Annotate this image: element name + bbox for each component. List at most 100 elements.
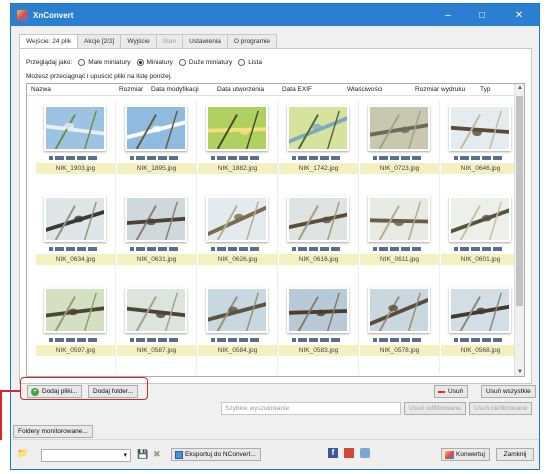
file-thumbnail-item[interactable]: NIK_0634.jpg (36, 192, 116, 283)
maximize-icon[interactable]: □ (465, 4, 499, 26)
file-name-label: NIK_0631.jpg (117, 254, 196, 265)
photo-thumbnail (286, 107, 350, 150)
photo-thumbnail (206, 107, 268, 150)
mail-icon[interactable] (344, 448, 354, 458)
file-thumbnail-item[interactable]: NIK_0583.jpg (279, 283, 359, 374)
file-info-icons (211, 338, 259, 342)
file-thumbnail-item[interactable]: NIK_1895.jpg (117, 101, 197, 192)
delete-icon[interactable]: ✖ (153, 449, 161, 460)
thumbnail-frame (448, 287, 512, 333)
file-list[interactable]: Nazwa Rozmiar Data modyfikacji Data utwo… (26, 83, 525, 377)
view-large-thumbnails-radio[interactable]: Duże miniatury (178, 59, 232, 66)
photo-thumbnail (205, 198, 269, 241)
scroll-up-icon[interactable]: ▲ (515, 85, 524, 91)
close-button[interactable]: Zamknij (496, 448, 534, 461)
preset-combobox[interactable]: ▾ (41, 449, 131, 462)
file-name-label: NIK_1903.jpg (36, 163, 115, 174)
view-small-thumbnails-radio[interactable]: Małe miniatury (78, 59, 131, 66)
file-info-icons (211, 247, 259, 251)
file-name-label: NIK_0568.jpg (441, 345, 520, 356)
tab-settings[interactable]: Ustawienia (182, 34, 228, 48)
app-logo-icon (17, 9, 28, 21)
photo-thumbnail (448, 107, 512, 150)
facebook-icon[interactable]: f (328, 448, 338, 458)
tab-output[interactable]: Wyjście (120, 34, 157, 48)
column-exif-date[interactable]: Data EXIF (282, 86, 312, 93)
thumbnail-frame (43, 105, 107, 151)
convert-icon (445, 451, 454, 459)
watch-folders-button[interactable]: Foldery monitorowane... (13, 425, 93, 438)
file-info-icons (454, 247, 502, 251)
photo-thumbnail (286, 198, 350, 241)
file-thumbnail-item[interactable]: NIK_0611.jpg (360, 192, 440, 283)
file-thumbnail-item[interactable]: NIK_0597.jpg (36, 283, 116, 374)
file-thumbnail-item[interactable]: NIK_0723.jpg (360, 101, 440, 192)
thumbnail-frame (206, 105, 268, 151)
column-type[interactable]: Typ (480, 86, 490, 93)
title-bar: XnConvert – □ ✕ (11, 4, 539, 26)
tab-input[interactable]: Wejście: 24 plik (19, 34, 79, 49)
view-list-radio[interactable]: Lista (238, 59, 262, 66)
scrollbar-thumb[interactable] (516, 96, 523, 306)
minimize-icon[interactable]: – (431, 4, 465, 26)
column-created[interactable]: Data utworzenia (217, 86, 264, 93)
file-thumbnail-item[interactable]: NIK_0601.jpg (441, 192, 521, 283)
photo-thumbnail (448, 198, 512, 241)
remove-all-button[interactable]: Usuń wszystkie (481, 385, 536, 398)
file-thumbnail-item[interactable]: NIK_1882.jpg (198, 101, 278, 192)
convert-button[interactable]: Konwertuj (441, 448, 490, 461)
file-info-icons (292, 156, 340, 160)
column-print-size[interactable]: Rozmiar wydruku (415, 86, 465, 93)
annotation-highlight-box (20, 377, 148, 400)
file-name-label: NIK_0597.jpg (36, 345, 115, 356)
file-thumbnail-item[interactable]: NIK_0587.jpg (117, 283, 197, 374)
file-info-icons (130, 156, 178, 160)
column-name[interactable]: Nazwa (31, 86, 51, 93)
file-name-label: NIK_0587.jpg (117, 345, 196, 356)
drag-drop-hint: Możesz przeciągnąć i upuścić pliki na li… (26, 73, 172, 80)
file-thumbnail-item[interactable]: NIK_0584.jpg (198, 283, 278, 374)
file-thumbnail-item[interactable]: NIK_0568.jpg (441, 283, 521, 374)
quick-search-input[interactable]: Szybkie wyszukiwanie (221, 402, 401, 415)
scroll-down-icon[interactable]: ▼ (515, 369, 524, 375)
thumbnail-grid: NIK_1903.jpg NIK_1895.jpg NIK_1882.jpg NIK_… (36, 101, 521, 374)
thumbnail-frame (43, 196, 107, 242)
export-nconvert-button[interactable]: Eksportuj do NConvert... (171, 448, 261, 461)
share-icon[interactable] (360, 448, 370, 458)
file-thumbnail-item[interactable]: NIK_0631.jpg (117, 192, 197, 283)
remove-button[interactable]: Usuń (434, 385, 469, 398)
thumbnail-frame (367, 105, 431, 151)
export-icon (175, 451, 183, 459)
thumbnail-frame (448, 105, 512, 151)
file-name-label: NIK_0723.jpg (360, 163, 439, 174)
column-size[interactable]: Rozmiar (119, 86, 143, 93)
save-icon[interactable]: 💾 (137, 449, 148, 460)
file-info-icons (373, 156, 421, 160)
file-thumbnail-item[interactable]: NIK_0626.jpg (198, 192, 278, 283)
file-info-icons (292, 247, 340, 251)
tab-actions[interactable]: Akcje [2/2] (77, 34, 122, 48)
file-name-label: NIK_1882.jpg (198, 163, 277, 174)
thumbnail-frame (124, 105, 188, 151)
column-properties[interactable]: Właściwości (347, 86, 382, 93)
photo-thumbnail (43, 289, 107, 332)
file-thumbnail-item[interactable]: NIK_0578.jpg (360, 283, 440, 374)
file-info-icons (454, 338, 502, 342)
tab-about[interactable]: O programie (226, 34, 278, 48)
file-name-label: NIK_0611.jpg (360, 254, 439, 265)
column-modified[interactable]: Data modyfikacji (151, 86, 199, 93)
photo-thumbnail (43, 198, 107, 241)
remove-unfiltered-button: Usuń niefiltrowane (469, 402, 533, 415)
file-thumbnail-item[interactable]: NIK_1742.jpg (279, 101, 359, 192)
thumbnail-frame (124, 287, 188, 333)
file-thumbnail-item[interactable]: NIK_1903.jpg (36, 101, 116, 192)
folder-icon[interactable]: 📁 (17, 448, 28, 459)
file-name-label: NIK_0584.jpg (198, 345, 277, 356)
file-thumbnail-item[interactable]: NIK_0616.jpg (279, 192, 359, 283)
view-thumbnails-radio[interactable]: Miniatury (136, 59, 173, 66)
vertical-scrollbar[interactable]: ▲ ▼ (514, 84, 524, 376)
close-icon[interactable]: ✕ (499, 4, 539, 26)
thumbnail-frame (205, 287, 269, 333)
file-name-label: NIK_0578.jpg (360, 345, 439, 356)
file-thumbnail-item[interactable]: NIK_0646.jpg (441, 101, 521, 192)
